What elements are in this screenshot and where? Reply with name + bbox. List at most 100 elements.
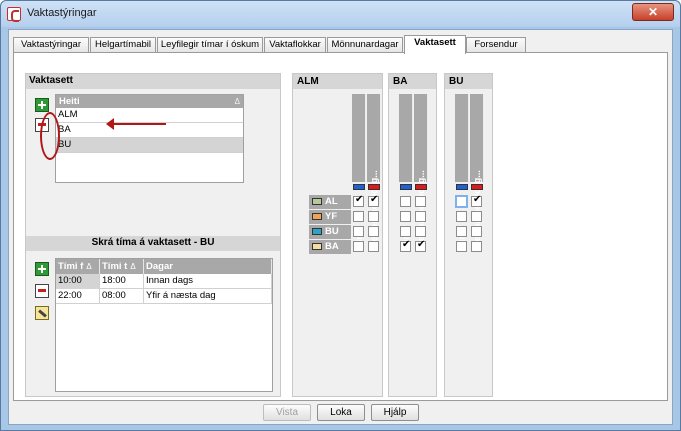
days-cell: Yfir á næsta dag [144, 289, 272, 304]
tab-leyfilegir-timar[interactable]: Leyfilegir tímar í óskum [157, 37, 263, 53]
checkbox-ba-al-helgar[interactable] [415, 196, 426, 207]
checkbox-alm-al-virkir[interactable] [353, 194, 364, 207]
table-row[interactable]: 22:00 08:00 Yfir á næsta dag [56, 289, 272, 304]
annotation-circle [40, 112, 60, 160]
list-item-selected[interactable]: BU [56, 138, 243, 153]
column-header-helgar: Helgar+helgidag... [414, 94, 428, 248]
row-label-yf: YF [309, 210, 351, 224]
sort-icon: Δ [86, 262, 92, 271]
checkbox-bu-al-helgar[interactable] [471, 194, 482, 207]
bu-color-swatch [312, 228, 322, 235]
column-header-helgar: Helgar+helgidag... [367, 94, 381, 248]
checkbox-alm-al-helgar[interactable] [368, 194, 379, 207]
tab-forsendur[interactable]: Forsendur [466, 37, 526, 53]
panel-bu: BU Virkir Helgar+helgidag... [444, 73, 493, 397]
remove-time-button[interactable] [35, 284, 49, 298]
list-item[interactable]: ALM [56, 108, 243, 123]
column-header-helgar: Helgar+helgidag... [470, 94, 484, 248]
row-label-ba: BA [309, 240, 351, 254]
checkbox-bu-bu-virkir[interactable] [456, 226, 467, 237]
checkbox-bu-bu-helgar[interactable] [471, 226, 482, 237]
sort-icon: Δ [234, 97, 240, 106]
row-label-bu: BU [309, 225, 351, 239]
row-label-al: AL [309, 195, 351, 209]
time-to-column-header[interactable]: Tími tΔ [100, 259, 144, 274]
panel-bu-title: BU [445, 74, 492, 89]
time-from-cell: 22:00 [56, 289, 100, 304]
column-header-virkir: Virkir [455, 94, 469, 248]
close-button[interactable]: ✕ [632, 3, 674, 21]
checkbox-alm-bu-helgar[interactable] [368, 226, 379, 237]
tab-page-vaktasett: Vaktasett Heiti Δ ALM BA BU Skrá tíma á … [13, 52, 668, 401]
days-column-header[interactable]: Dagar [144, 259, 272, 274]
checkbox-ba-ba-helgar[interactable] [415, 239, 426, 252]
title-bar: Vaktastýringar ✕ [1, 1, 680, 27]
sort-icon: Δ [130, 262, 136, 271]
time-from-column-header[interactable]: Tími fΔ [56, 259, 100, 274]
time-from-label: Tími f [58, 261, 84, 272]
panel-ba: BA Virkir Helgar+helgidag... [388, 73, 437, 397]
vaktasett-grid: Heiti Δ ALM BA BU [55, 94, 244, 183]
checkbox-alm-ba-helgar[interactable] [368, 241, 379, 252]
dialog-client-area: Vaktastýringar Helgartímabil Leyfilegir … [8, 29, 673, 425]
column-header-virkir: Virkir [352, 94, 366, 248]
checkbox-alm-yf-helgar[interactable] [368, 211, 379, 222]
checkbox-ba-bu-helgar[interactable] [415, 226, 426, 237]
helgar-color-swatch [471, 184, 483, 190]
helgar-color-swatch [415, 184, 427, 190]
helgar-color-swatch [368, 184, 380, 190]
checkbox-ba-bu-virkir[interactable] [400, 226, 411, 237]
checkbox-bu-yf-virkir[interactable] [456, 211, 467, 222]
tab-vaktaflokkar[interactable]: Vaktaflokkar [264, 37, 326, 53]
checkbox-ba-yf-virkir[interactable] [400, 211, 411, 222]
checkbox-alm-ba-virkir[interactable] [353, 241, 364, 252]
checkbox-bu-ba-virkir[interactable] [456, 241, 467, 252]
vaktasett-panel: Vaktasett Heiti Δ ALM BA BU Skrá tíma á … [25, 73, 281, 397]
list-item[interactable]: BA [56, 123, 243, 138]
panel-ba-title: BA [389, 74, 436, 89]
close-dialog-button[interactable]: Loka [317, 404, 365, 421]
vaktasett-header: Vaktasett [26, 74, 280, 89]
heiti-column-label: Heiti [59, 96, 80, 107]
panel-alm: ALM Virkir Helgar+helgidag... AL YF BU B… [292, 73, 383, 397]
app-logo-icon [7, 7, 21, 22]
al-label: AL [325, 196, 338, 207]
time-to-cell: 08:00 [100, 289, 144, 304]
column-header-virkir: Virkir [399, 94, 413, 248]
checkbox-alm-bu-virkir[interactable] [353, 226, 364, 237]
checkbox-ba-al-virkir[interactable] [400, 196, 411, 207]
tab-monnunardagar[interactable]: Mönnunardagar [327, 37, 403, 53]
checkbox-ba-yf-helgar[interactable] [415, 211, 426, 222]
main-window: Vaktastýringar ✕ Vaktastýringar Helgartí… [0, 0, 681, 431]
virkir-color-swatch [456, 184, 468, 190]
times-header: Skrá tíma á vaktasett - BU [26, 236, 280, 251]
checkbox-bu-yf-helgar[interactable] [471, 211, 482, 222]
times-grid: Tími fΔ Tími tΔ Dagar 10:00 18:00 Innan … [55, 258, 273, 392]
al-color-swatch [312, 198, 322, 205]
checkbox-ba-ba-virkir[interactable] [400, 239, 411, 252]
checkbox-alm-yf-virkir[interactable] [353, 211, 364, 222]
yf-color-swatch [312, 213, 322, 220]
add-vaktasett-button[interactable] [35, 98, 49, 112]
tab-vaktasett[interactable]: Vaktasett [404, 35, 466, 54]
save-button[interactable]: Vista [263, 404, 311, 421]
help-button[interactable]: Hjálp [371, 404, 419, 421]
add-time-button[interactable] [35, 262, 49, 276]
time-to-label: Tími t [102, 261, 128, 272]
tab-vaktastyringar[interactable]: Vaktastýringar [13, 37, 89, 53]
checkbox-bu-al-virkir[interactable] [455, 195, 468, 208]
annotation-arrow-icon [106, 118, 166, 130]
panel-alm-title: ALM [293, 74, 382, 89]
ba-color-swatch [312, 243, 322, 250]
checkbox-bu-ba-helgar[interactable] [471, 241, 482, 252]
table-row[interactable]: 10:00 18:00 Innan dags [56, 274, 272, 289]
heiti-column-header[interactable]: Heiti Δ [56, 95, 243, 108]
days-cell: Innan dags [144, 274, 272, 289]
days-label: Dagar [146, 261, 173, 272]
yf-label: YF [325, 211, 338, 222]
virkir-color-swatch [400, 184, 412, 190]
tab-helgartimabil[interactable]: Helgartímabil [90, 37, 156, 53]
time-to-cell: 18:00 [100, 274, 144, 289]
edit-time-button[interactable] [35, 306, 49, 320]
window-title: Vaktastýringar [27, 7, 97, 19]
